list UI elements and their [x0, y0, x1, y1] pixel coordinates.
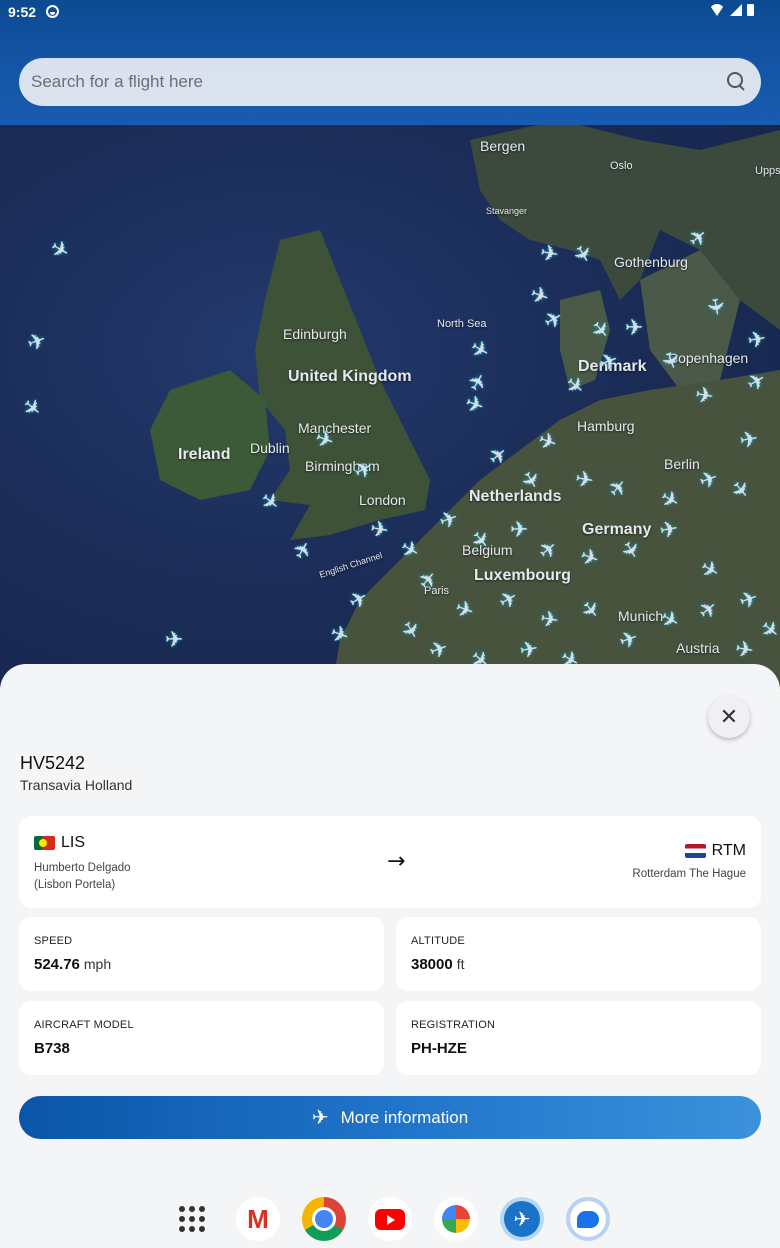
map-label: Luxembourg [474, 567, 571, 584]
aircraft-marker-icon[interactable]: ✈ [518, 637, 540, 665]
messages-icon[interactable] [566, 1197, 610, 1241]
map-label: Munich [618, 608, 664, 624]
aircraft-marker-icon[interactable]: ✈ [738, 427, 760, 455]
wifi-icon [709, 4, 725, 16]
flight-details-sheet: ✕ HV5242 Transavia Holland LIS Humberto … [0, 664, 780, 1248]
map-label: Netherlands [469, 488, 562, 505]
map-label: Gothenburg [614, 254, 688, 270]
airplane-icon: ✈ [311, 1107, 329, 1129]
arrival-info: RTM Rotterdam The Hague [632, 842, 746, 883]
photos-icon[interactable] [434, 1197, 478, 1241]
speed-value: 524.76 [34, 956, 80, 973]
speed-card: SPEED 524.76 mph [19, 917, 384, 991]
map-label: Dublin [250, 440, 290, 456]
app-drawer-icon[interactable] [170, 1197, 214, 1241]
map-label: Stavanger [486, 206, 528, 216]
youtube-icon[interactable] [368, 1197, 412, 1241]
search-input[interactable] [31, 72, 725, 92]
chrome-icon[interactable] [302, 1197, 346, 1241]
app-dock: M ✈ [0, 1190, 780, 1248]
arrival-airport-name: Rotterdam The Hague [632, 868, 746, 880]
aircraft-marker-icon[interactable]: ✈ [573, 467, 595, 495]
aircraft-model-value: B738 [34, 1040, 70, 1057]
registration-value: PH-HZE [411, 1040, 467, 1057]
aircraft-marker-icon[interactable]: ✈ [165, 630, 183, 652]
map-label: Berlin [664, 456, 700, 472]
aircraft-marker-icon[interactable]: ✈ [693, 383, 715, 411]
aircraft-marker-icon[interactable]: ✈ [538, 607, 560, 635]
status-time: 9:52 [8, 4, 37, 20]
aircraft-marker-icon[interactable]: ✈ [658, 517, 680, 545]
aircraft-marker-icon[interactable]: ✈ [733, 637, 755, 665]
aircraft-model-label: AIRCRAFT MODEL [34, 1019, 134, 1031]
gmail-icon[interactable]: M [236, 1197, 280, 1241]
aircraft-marker-icon[interactable]: ✈ [625, 318, 643, 340]
map-label: Oslo [610, 160, 633, 172]
speed-unit: mph [83, 956, 112, 972]
more-information-button[interactable]: ✈ More information [19, 1096, 761, 1139]
flight-number: HV5242 [20, 753, 86, 773]
departure-airport-name: Humberto Delgado (Lisbon Portela) [34, 862, 131, 891]
search-icon[interactable] [725, 70, 749, 94]
map-label: Upps [755, 165, 780, 177]
route-card: LIS Humberto Delgado (Lisbon Portela) → … [19, 816, 761, 908]
portugal-flag-icon [34, 836, 55, 850]
map-label: Austria [676, 640, 720, 656]
map-label: North Sea [437, 318, 487, 330]
aircraft-marker-icon[interactable]: ✈ [368, 517, 390, 545]
aircraft-marker-icon[interactable]: ✈ [510, 520, 528, 542]
status-icons [709, 4, 754, 16]
altitude-value: 38000 [411, 956, 453, 973]
map-label: United Kingdom [288, 368, 412, 385]
speed-label: SPEED [34, 935, 73, 947]
airline-name: Transavia Holland [20, 777, 133, 793]
aircraft-marker-icon[interactable]: ✈ [746, 327, 768, 355]
map-label: Germany [582, 521, 652, 538]
map-label: Hamburg [577, 418, 635, 434]
close-button[interactable]: ✕ [708, 696, 750, 738]
departure-info: LIS Humberto Delgado (Lisbon Portela) [34, 834, 164, 894]
battery-icon [747, 4, 754, 16]
aircraft-marker-icon[interactable]: ✈ [538, 241, 560, 269]
map-label: Edinburgh [283, 326, 347, 342]
flight-tracker-icon[interactable]: ✈ [500, 1197, 544, 1241]
aircraft-model-card: AIRCRAFT MODEL B738 [19, 1001, 384, 1075]
altitude-card: ALTITUDE 38000 ft [396, 917, 761, 991]
altitude-label: ALTITUDE [411, 935, 465, 947]
aircraft-marker-icon[interactable]: ✈ [701, 296, 729, 318]
arrival-code: RTM [711, 842, 746, 859]
more-information-label: More information [340, 1107, 469, 1127]
map-label: Ireland [178, 446, 231, 463]
altitude-unit: ft [456, 956, 465, 972]
departure-code: LIS [61, 834, 86, 851]
status-bar: 9:52 [0, 0, 780, 24]
close-icon: ✕ [719, 704, 739, 730]
arrow-right-icon: → [387, 849, 406, 874]
registration-label: REGISTRATION [411, 1019, 496, 1031]
map-label: Bergen [480, 138, 526, 154]
registration-card: REGISTRATION PH-HZE [396, 1001, 761, 1075]
notification-app-icon [46, 5, 59, 18]
netherlands-flag-icon [684, 844, 706, 858]
map-label: London [359, 492, 406, 508]
cellular-signal-icon [730, 4, 742, 16]
search-bar[interactable] [19, 58, 761, 106]
